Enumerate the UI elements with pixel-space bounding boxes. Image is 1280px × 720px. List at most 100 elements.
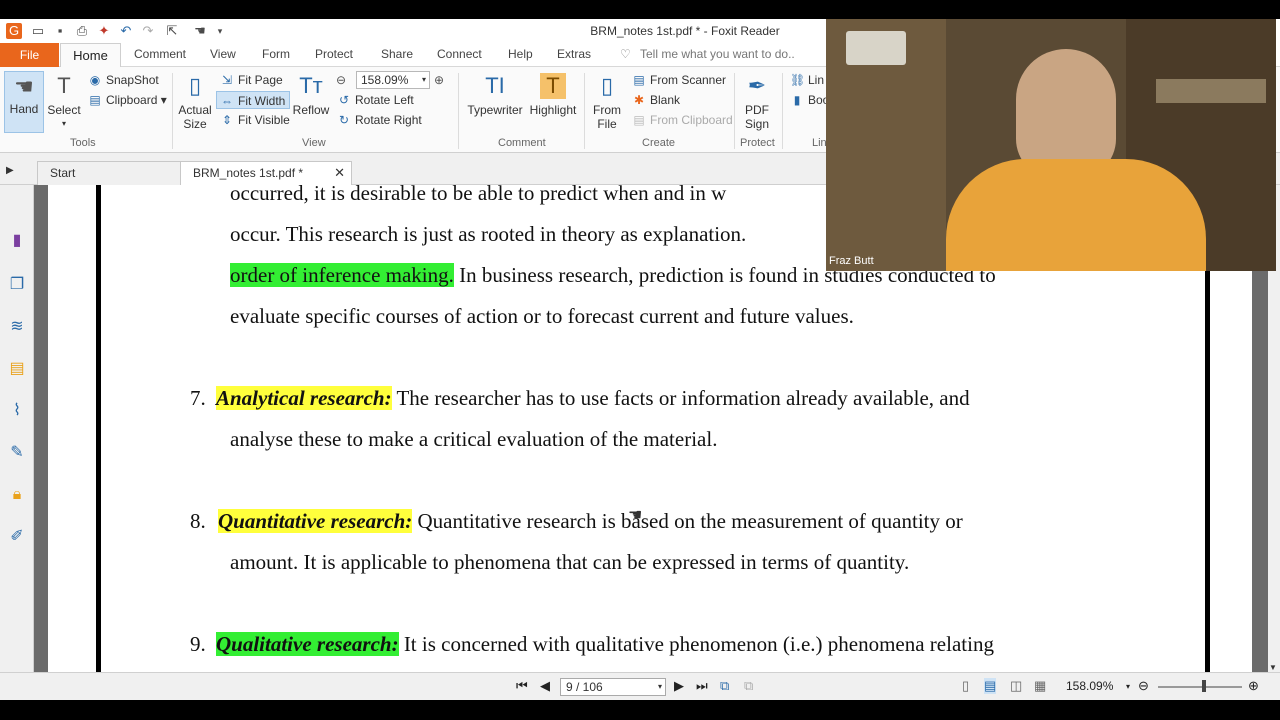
page-number-input[interactable]: 9 / 106 ▾ (560, 678, 666, 696)
menu-view[interactable]: View (210, 47, 236, 61)
from-scanner-button[interactable]: ▤ From Scanner (632, 71, 726, 89)
menu-extras[interactable]: Extras (557, 47, 591, 61)
typewriter-button[interactable]: TI Typewriter (466, 73, 524, 117)
first-page-icon[interactable]: ⏮ (516, 678, 528, 694)
signatures-panel-icon[interactable]: ✎ (7, 443, 27, 463)
menu-form[interactable]: Form (262, 47, 290, 61)
paragraph-text: It is concerned with qualitative phenome… (398, 632, 994, 656)
group-divider (172, 73, 173, 149)
menu-share[interactable]: Share (381, 47, 413, 61)
save-icon[interactable]: ▪ (52, 23, 68, 39)
redo-icon[interactable]: ↷ (140, 23, 156, 39)
layers-panel-icon[interactable]: ≋ (7, 317, 27, 337)
continuous-facing-icon[interactable]: ▦ (1034, 678, 1046, 694)
menu-file[interactable]: File (0, 43, 59, 67)
open-folder-icon[interactable]: ▭ (30, 23, 46, 39)
zoom-in-icon[interactable]: ⊕ (1248, 678, 1259, 694)
new-doc-icon[interactable]: ✦ (96, 23, 112, 39)
hand-icon: ☚ (14, 74, 34, 99)
link-label: Lin (808, 73, 825, 87)
from-clipboard-button: ▤ From Clipboard (632, 111, 732, 129)
close-tab-icon[interactable]: ✕ (334, 162, 345, 184)
list-number: 9. (190, 632, 206, 656)
security-lock-icon[interactable]: 🔒︎ (7, 485, 27, 505)
scanner-icon: ▤ (633, 73, 645, 87)
highlighted-term: Qualitative research: (216, 632, 399, 656)
link-button[interactable]: ⛓ Lin (790, 71, 824, 89)
person-hoodie (946, 159, 1206, 271)
zoom-out-icon[interactable]: ⊖ (336, 71, 346, 89)
comments-panel-icon[interactable]: ▤ (7, 359, 27, 379)
protect-group-label: Protect (740, 137, 775, 149)
bookmarks-panel-icon[interactable]: ▮ (7, 231, 27, 251)
tab-brm-notes[interactable]: BRM_notes 1st.pdf * ✕ (180, 161, 352, 185)
paragraph-line: amount. It is applicable to phenomena th… (230, 550, 910, 574)
zoom-select[interactable]: 158.09% ▾ (356, 71, 430, 89)
zoom-dropdown-icon[interactable]: ▾ (1126, 682, 1130, 691)
fit-visible-button[interactable]: ⇕ Fit Visible (220, 111, 290, 129)
blank-page-icon: ✱ (633, 93, 645, 107)
scroll-down-icon[interactable]: ▼ (1269, 663, 1277, 672)
fit-visible-label: Fit Visible (238, 113, 290, 127)
zoom-slider-thumb[interactable] (1202, 680, 1206, 692)
customize-dropdown-icon[interactable]: ▾ (212, 23, 228, 39)
single-page-icon[interactable]: ▯ (962, 678, 969, 694)
previous-page-icon[interactable]: ◀ (540, 678, 550, 694)
select-tool-button[interactable]: T Select ▾ (46, 73, 82, 131)
clipboard-button[interactable]: ▤ Clipboard ▾ (88, 91, 166, 109)
fit-visible-icon: ⇕ (221, 113, 233, 127)
rotate-right-button[interactable]: ↻ Rotate Right (337, 111, 422, 129)
print-icon[interactable]: ⎙ (74, 23, 90, 39)
page-left-border (96, 185, 101, 672)
menu-comment[interactable]: Comment (134, 47, 186, 61)
next-page-icon[interactable]: ▶ (674, 678, 684, 694)
undo-icon[interactable]: ↶ (118, 23, 134, 39)
fit-page-button[interactable]: ⇲ Fit Page (220, 71, 283, 89)
typewriter-label: Typewriter (467, 103, 523, 117)
fit-width-icon: ⇔ (221, 94, 233, 108)
reflow-button[interactable]: Tт Reflow (292, 73, 330, 117)
last-page-icon[interactable]: ⏭ (696, 678, 708, 694)
text-cursor-icon: T (57, 73, 71, 98)
pointer-icon[interactable]: ⇱ (164, 23, 180, 39)
link-icon: ⛓ (790, 73, 806, 87)
highlighted-text: order of inference making. (230, 263, 454, 287)
bookmark-button[interactable]: ▮ Boo (790, 91, 830, 109)
from-file-button[interactable]: ▯ From File (590, 73, 624, 131)
fit-width-button[interactable]: ⇔ Fit Width (216, 91, 291, 109)
menu-protect[interactable]: Protect (315, 47, 353, 61)
list-number: 7. (190, 386, 206, 410)
snapshot-button[interactable]: ◉ SnapShot (88, 71, 159, 89)
select-label: Select (47, 103, 81, 117)
zoom-level[interactable]: 158.09% (1066, 679, 1113, 693)
pdf-sign-button[interactable]: ✒ PDF Sign (740, 73, 774, 131)
zoom-out-icon[interactable]: ⊖ (1138, 678, 1149, 694)
zoom-slider[interactable] (1158, 686, 1242, 688)
actual-size-button[interactable]: ▯ Actual Size (176, 73, 214, 131)
sidebar-toggle-icon[interactable]: ▶ (6, 165, 14, 176)
pages-panel-icon[interactable]: ❐ (7, 275, 27, 295)
menu-home[interactable]: Home (60, 43, 121, 68)
blank-button[interactable]: ✱ Blank (632, 91, 680, 109)
hand-tool-icon[interactable]: ☚ (192, 23, 208, 39)
continuous-page-icon[interactable]: ▤ (984, 678, 997, 694)
zoom-in-icon[interactable]: ⊕ (434, 71, 444, 89)
highlight-button[interactable]: T Highlight (528, 73, 578, 117)
menu-connect[interactable]: Connect (437, 47, 482, 61)
clipboard-icon: ▤ (89, 93, 101, 107)
facing-page-icon[interactable]: ◫ (1010, 678, 1022, 694)
tell-me-search[interactable]: Tell me what you want to do.. (640, 47, 795, 61)
group-divider (782, 73, 783, 149)
content-panel-icon[interactable]: ✐ (7, 527, 27, 547)
hand-tool-button[interactable]: ☚ Hand (4, 71, 44, 133)
rotate-left-button[interactable]: ↺ Rotate Left (337, 91, 414, 109)
links-group-label: Lin (812, 137, 827, 149)
page-number-value: 9 / 106 (566, 680, 603, 694)
paragraph-line: evaluate specific courses of action or t… (230, 304, 854, 328)
previous-view-icon[interactable]: ⧉ (720, 678, 729, 694)
tab-start[interactable]: Start (37, 161, 181, 185)
fit-page-label: Fit Page (238, 73, 283, 87)
wall-switchboard (846, 31, 906, 65)
attachments-panel-icon[interactable]: ⌇ (7, 401, 27, 421)
menu-help[interactable]: Help (508, 47, 533, 61)
